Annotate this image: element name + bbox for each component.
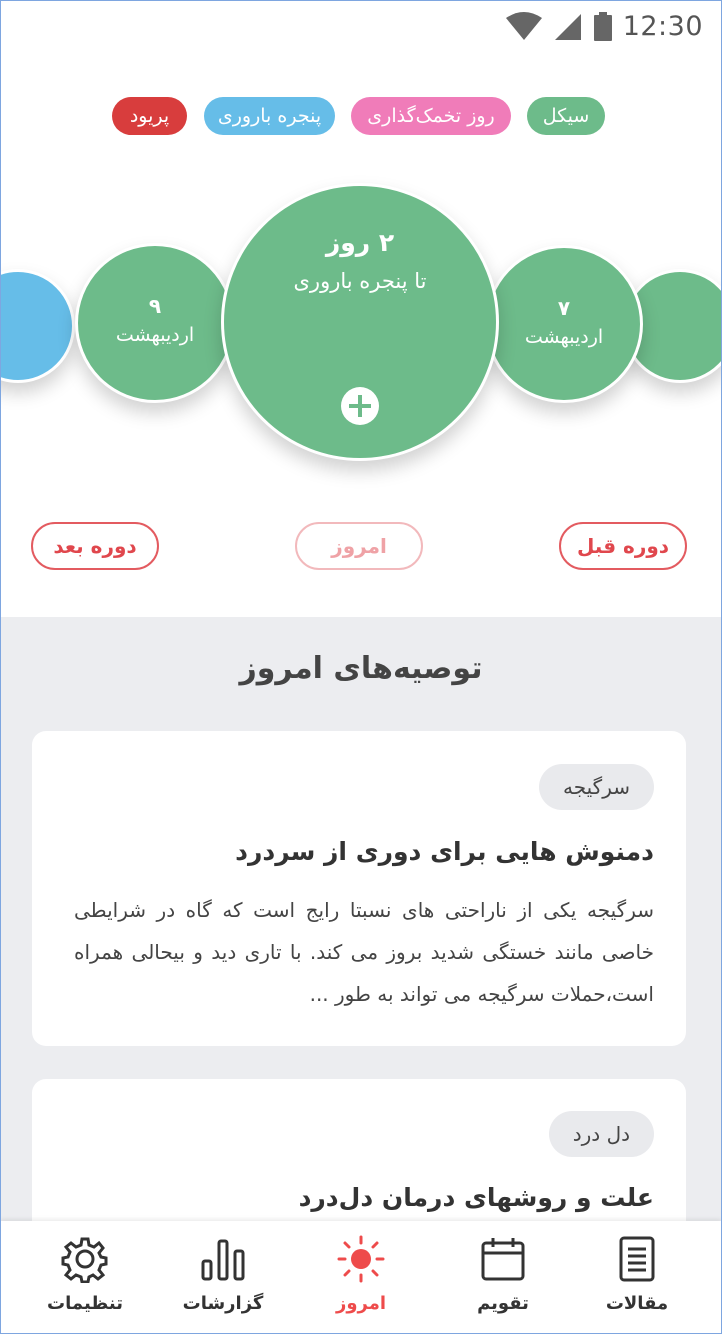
recommendation-card[interactable]: سرگیجه دمنوش هایی برای دوری از سردرد سرگ… (32, 731, 686, 1046)
calendar-icon (481, 1238, 525, 1281)
nav-label: مقالات (605, 1293, 669, 1314)
today-button[interactable]: امروز (295, 522, 423, 570)
signal-icon (554, 13, 581, 40)
plus-icon[interactable] (340, 386, 380, 426)
nav-label: امروز (335, 1293, 387, 1314)
app-screen: 12:30 سیکل روز تخمک‌گذاری پنجره باروری پ… (0, 0, 722, 1334)
wifi-icon (505, 11, 542, 40)
battery-icon (593, 11, 612, 41)
status-bar: 12:30 (1, 1, 721, 51)
card-tag[interactable]: دل درد (548, 1111, 654, 1157)
nav-today[interactable]: امروز (301, 1221, 421, 1333)
nav-calendar[interactable]: تقویم (443, 1221, 563, 1333)
clock: 12:30 (622, 11, 703, 42)
day-month: اردیبهشت (524, 326, 604, 348)
day-number: ۷ (557, 296, 571, 320)
document-icon (619, 1236, 655, 1282)
legend: سیکل روز تخمک‌گذاری پنجره باروری پریود (1, 97, 721, 137)
nav-settings[interactable]: تنظیمات (25, 1221, 145, 1333)
sun-icon (337, 1235, 385, 1283)
nav-label: تقویم (477, 1293, 529, 1314)
legend-chip-period: پریود (112, 97, 187, 135)
card-title: دمنوش هایی برای دوری از سردرد (235, 837, 654, 866)
today-circle[interactable]: ۲ روز تا پنجره باروری (221, 183, 499, 461)
legend-chip-fertile-window: پنجره باروری (204, 97, 335, 135)
next-period-button[interactable]: دوره بعد (31, 522, 159, 570)
days-caption: تا پنجره باروری (293, 269, 427, 293)
nav-label: تنظیمات (47, 1293, 123, 1314)
bar-chart-icon (201, 1239, 245, 1281)
recommendations-title: توصیه‌های امروز (239, 651, 483, 686)
nav-reports[interactable]: گزارشات (163, 1221, 283, 1333)
card-title: علت و روشهای درمان دل‌درد (298, 1183, 654, 1212)
legend-chip-cycle: سیکل (527, 97, 605, 135)
day-circle-left[interactable]: ۹ اردیبهشت (75, 243, 235, 403)
card-body: سرگیجه یکی از ناراحتی های نسبتا رایج است… (74, 898, 654, 1006)
day-month: اردیبهشت (115, 324, 195, 346)
nav-label: گزارشات (182, 1293, 264, 1314)
gear-icon (61, 1237, 108, 1283)
day-circle-right[interactable]: ۷ اردیبهشت (485, 245, 643, 403)
bottom-navigation: تنظیمات گزارشات امروز تقویم مقالات (1, 1221, 721, 1333)
day-circle-far-left[interactable] (1, 269, 75, 383)
day-number: ۹ (148, 294, 162, 318)
card-tag[interactable]: سرگیجه (539, 764, 654, 810)
legend-chip-ovulation: روز تخمک‌گذاری (351, 97, 511, 135)
previous-period-button[interactable]: دوره قبل (559, 522, 687, 570)
days-remaining: ۲ روز (325, 228, 395, 257)
nav-articles[interactable]: مقالات (577, 1221, 697, 1333)
